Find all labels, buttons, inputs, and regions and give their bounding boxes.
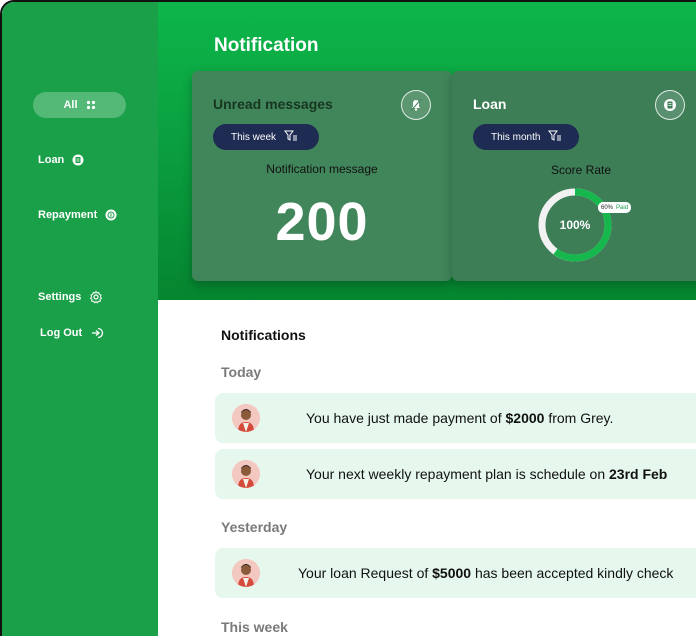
notification-text: Your next weekly repayment plan is sched… [306,466,667,482]
sidebar-item-settings[interactable]: Settings [38,290,103,304]
filter-label: This month [491,131,541,143]
grid-icon [86,100,96,110]
sidebar-item-label: Log Out [40,327,83,339]
app-window: All Loan Repayment Settings Log Out Noti… [0,0,696,636]
filter-icon [284,130,298,145]
filter-icon [548,130,562,145]
group-label-yesterday: Yesterday [221,519,288,535]
card-title: Loan [473,96,507,112]
page-title: Notification [214,35,319,56]
period-filter-button[interactable]: This week [213,124,319,150]
notification-text-pre: Your next weekly repayment plan is sched… [306,466,609,482]
unread-count: 200 [275,192,369,252]
period-filter-button[interactable]: This month [473,124,579,150]
sidebar-item-label: Loan [38,154,65,166]
card-title: Unread messages [213,96,333,112]
sidebar-item-label: Repayment [38,209,98,221]
avatar [232,559,260,587]
notifications-heading: Notifications [221,327,306,343]
notification-item[interactable]: You have just made payment of $2000 from… [215,393,696,443]
paid-word: Paid [616,204,629,211]
unread-messages-card: Unread messages This week Notification m… [192,71,452,281]
notification-date: 23rd Feb [609,466,668,482]
loan-icon [72,154,84,166]
paid-badge: 60% Paid [598,202,632,213]
notification-text-pre: You have just made payment of [306,410,506,426]
notification-amount: $2000 [505,410,545,426]
notification-text: You have just made payment of $2000 from… [306,410,613,426]
group-label-this-week: This week [221,619,288,635]
group-label-today: Today [221,364,262,380]
gear-icon [89,290,103,304]
sidebar-item-all[interactable]: All [33,92,126,118]
logout-icon [90,326,104,340]
sidebar-item-label: Settings [38,291,82,303]
card-subtitle: Score Rate [550,163,612,177]
sidebar-item-repayment[interactable]: Repayment [38,209,117,221]
notification-text-post: from Grey. [544,410,614,426]
notification-item[interactable]: Your next weekly repayment plan is sched… [215,449,696,499]
card-subtitle: Notification message [266,162,378,176]
sidebar-item-label: All [63,99,78,111]
repayment-icon [105,209,117,221]
notification-amount: $5000 [432,565,472,581]
bell-icon[interactable] [401,90,431,120]
avatar [232,460,260,488]
paid-percent: 60% [601,204,614,211]
notification-item[interactable]: Your loan Request of $5000 has been acce… [215,548,696,598]
score-rate-value: 100% [559,218,591,232]
sidebar-item-loan[interactable]: Loan [38,154,84,166]
avatar [232,404,260,432]
document-icon[interactable] [655,90,685,120]
loan-card: Loan This month Score Rate 100% 60% Paid [452,71,696,281]
score-rate-donut: 100% [536,186,614,264]
notification-text-post: has been accepted kindly check [471,565,674,581]
notification-text-pre: Your loan Request of [298,565,433,581]
notification-text: Your loan Request of $5000 has been acce… [298,565,673,581]
sidebar: All Loan Repayment Settings Log Out [2,2,158,636]
filter-label: This week [231,131,277,143]
sidebar-item-logout[interactable]: Log Out [40,326,104,340]
